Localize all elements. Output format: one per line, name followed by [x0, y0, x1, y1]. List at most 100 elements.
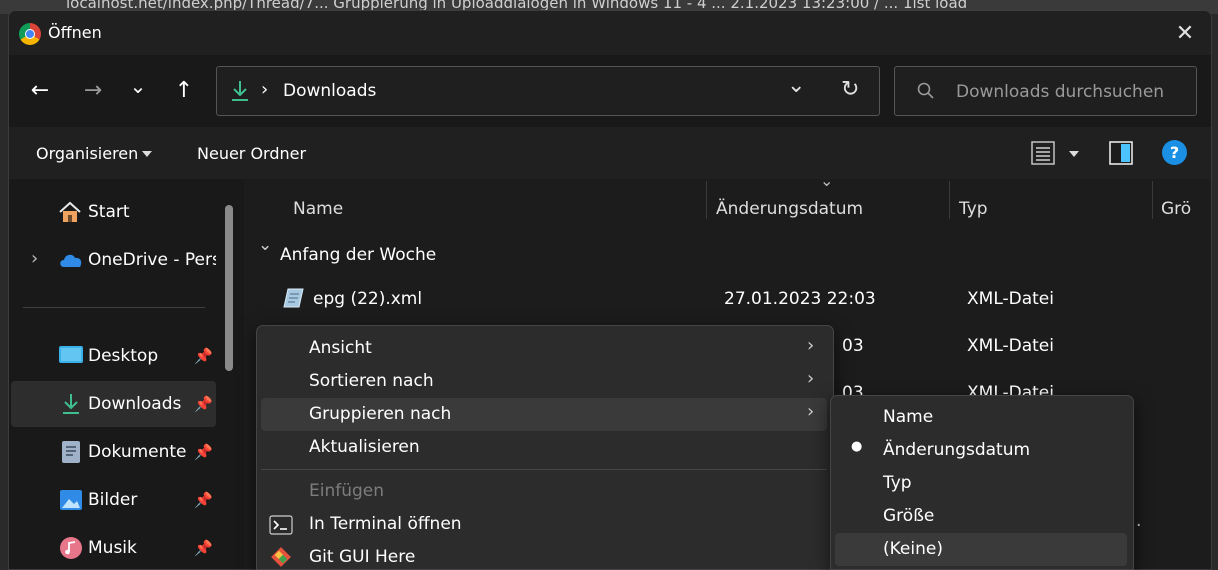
sidebar-item-documents[interactable]: Dokumente 📌: [11, 429, 216, 475]
menu-item-label: Typ: [883, 473, 912, 493]
home-icon: [59, 201, 81, 222]
address-bar[interactable]: › Downloads ⌄ ↻: [216, 66, 880, 116]
sidebar-item-pictures[interactable]: Bilder 📌: [11, 477, 216, 523]
pin-icon: 📌: [194, 491, 213, 509]
sidebar-item-label: Start: [88, 202, 130, 222]
menu-item-label: (Keine): [883, 539, 943, 559]
file-date: 03: [842, 336, 864, 356]
sort-indicator-icon: ⌄: [820, 171, 834, 190]
close-button[interactable]: ✕: [1167, 19, 1203, 49]
title-bar: Öffnen ✕: [9, 11, 1211, 55]
submenu-arrow-icon: ›: [807, 368, 815, 389]
command-bar: Organisieren Neuer Ordner ?: [9, 127, 1211, 179]
terminal-icon: [269, 515, 293, 535]
menu-item-label: Git GUI Here: [309, 547, 416, 567]
submenu-item-none[interactable]: (Keine): [835, 533, 1127, 566]
refresh-button[interactable]: ↻: [841, 77, 859, 102]
help-button[interactable]: ?: [1162, 140, 1187, 165]
menu-item-label: Ansicht: [309, 338, 372, 358]
submenu-arrow-icon: ›: [807, 335, 815, 356]
column-separator[interactable]: [1152, 181, 1153, 219]
sidebar-item-onedrive[interactable]: › OneDrive - Perso: [11, 237, 216, 283]
sidebar-item-downloads[interactable]: Downloads 📌: [11, 381, 216, 427]
up-button[interactable]: ↑: [167, 74, 201, 108]
sidebar-item-label: Downloads: [88, 394, 182, 414]
column-separator[interactable]: [706, 181, 707, 219]
document-icon: [62, 441, 80, 463]
menu-item-open-terminal[interactable]: In Terminal öffnen: [261, 508, 827, 541]
search-icon: [917, 82, 934, 99]
chrome-logo-icon: [19, 23, 41, 45]
file-name: epg (22).xml: [313, 289, 423, 309]
group-collapse-icon[interactable]: ⌄: [258, 235, 272, 255]
submenu-item-type[interactable]: Typ: [835, 467, 1127, 500]
column-separator[interactable]: [949, 181, 950, 219]
menu-item-refresh[interactable]: Aktualisieren: [261, 431, 827, 464]
group-by-submenu: Name ● Änderungsdatum Typ Größe (Keine): [830, 395, 1134, 570]
view-options-icon[interactable]: [1031, 141, 1055, 165]
preview-pane-icon[interactable]: [1109, 141, 1133, 165]
search-box[interactable]: Downloads durchsuchen: [894, 66, 1197, 116]
breadcrumb-separator: ›: [261, 79, 269, 100]
pin-icon: 📌: [194, 395, 213, 413]
pin-icon: 📌: [194, 347, 213, 365]
dialog-title: Öffnen: [48, 23, 102, 42]
sidebar-item-label: OneDrive - Perso: [88, 250, 216, 270]
menu-item-git-gui[interactable]: Git GUI Here: [261, 541, 827, 569]
xml-file-icon: [283, 288, 304, 308]
menu-item-group-by[interactable]: Gruppieren nach ›: [261, 398, 827, 431]
navigation-bar: ← → ⌄ ↑ › Downloads ⌄ ↻ Downloads durchs…: [9, 55, 1211, 127]
back-button[interactable]: ←: [23, 74, 57, 108]
sidebar-item-desktop[interactable]: Desktop 📌: [11, 333, 216, 379]
sidebar-item-start[interactable]: Start: [11, 189, 216, 235]
menu-separator: [261, 469, 827, 470]
expand-chevron-icon[interactable]: ›: [31, 248, 38, 269]
column-header-name[interactable]: Name: [293, 199, 343, 219]
column-header-size[interactable]: Grö: [1161, 199, 1191, 219]
truncated-size-text: .: [1136, 511, 1142, 531]
recent-locations-button[interactable]: ⌄: [121, 69, 155, 103]
desktop-icon: [59, 346, 83, 363]
sidebar-item-label: Musik: [88, 538, 137, 558]
search-input[interactable]: Downloads durchsuchen: [956, 82, 1164, 102]
column-header-type[interactable]: Typ: [959, 199, 988, 219]
menu-item-label: Aktualisieren: [309, 437, 420, 457]
menu-item-label: Sortieren nach: [309, 371, 434, 391]
sidebar-item-label: Dokumente: [88, 442, 187, 462]
address-dropdown-button[interactable]: ⌄: [787, 73, 805, 98]
checked-dot-icon: ●: [851, 439, 863, 454]
group-header[interactable]: Anfang der Woche: [280, 245, 436, 265]
sidebar-scrollbar[interactable]: [225, 205, 233, 371]
menu-item-paste[interactable]: Einfügen: [261, 475, 827, 508]
menu-item-label: Änderungsdatum: [883, 440, 1031, 460]
view-dropdown-icon[interactable]: [1069, 151, 1079, 157]
menu-item-view[interactable]: Ansicht ›: [261, 332, 827, 365]
organize-dropdown-icon: [142, 151, 152, 157]
pin-icon: 📌: [194, 539, 213, 557]
menu-item-label: Gruppieren nach: [309, 404, 452, 424]
download-icon: [63, 394, 79, 414]
new-folder-button[interactable]: Neuer Ordner: [197, 144, 306, 163]
submenu-item-date-modified[interactable]: ● Änderungsdatum: [835, 434, 1127, 467]
pin-icon: 📌: [194, 443, 213, 461]
sidebar-item-music[interactable]: Musik 📌: [11, 525, 216, 569]
breadcrumb-downloads[interactable]: Downloads: [283, 81, 376, 101]
forward-button[interactable]: →: [76, 74, 110, 108]
file-type: XML-Datei: [967, 289, 1054, 309]
organize-button[interactable]: Organisieren: [36, 144, 138, 163]
pictures-icon: [60, 490, 82, 510]
submenu-item-name[interactable]: Name: [835, 401, 1127, 434]
menu-item-sort-by[interactable]: Sortieren nach ›: [261, 365, 827, 398]
menu-item-label: Größe: [883, 506, 935, 526]
download-icon: [232, 81, 248, 101]
file-date: 27.01.2023 22:03: [724, 289, 876, 309]
submenu-item-size[interactable]: Größe: [835, 500, 1127, 533]
background-window-edge: [0, 14, 8, 568]
menu-item-label: Name: [883, 407, 934, 427]
sidebar-item-label: Bilder: [88, 490, 138, 510]
file-type: XML-Datei: [967, 336, 1054, 356]
sidebar-divider: [23, 307, 205, 308]
table-row[interactable]: epg (22).xml 27.01.2023 22:03 XML-Datei: [264, 283, 1184, 317]
column-header-date[interactable]: Änderungsdatum: [716, 199, 863, 219]
submenu-arrow-icon: ›: [807, 401, 815, 422]
